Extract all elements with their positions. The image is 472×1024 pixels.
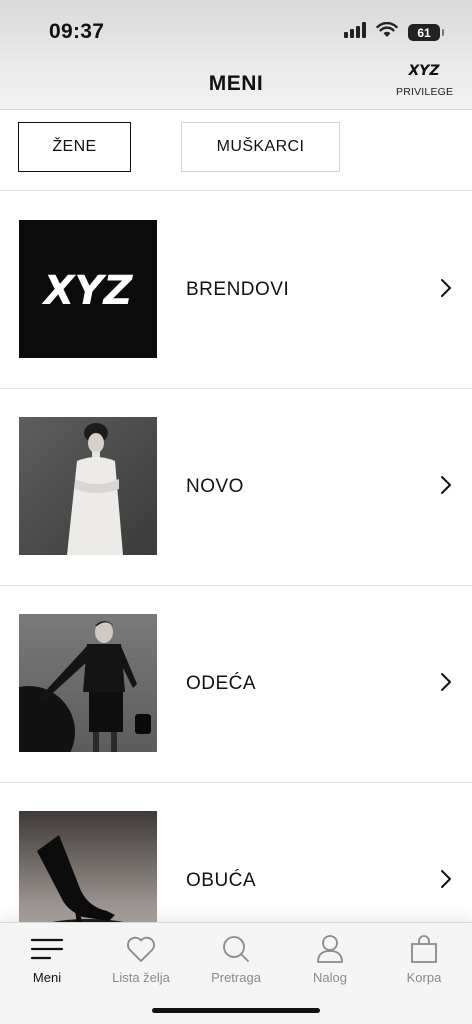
chevron-right-icon (440, 869, 452, 894)
clothing-thumbnail (19, 614, 157, 752)
menu-item-label: OBUĆA (186, 870, 257, 891)
svg-text:XYZ: XYZ (407, 63, 440, 78)
nav-cart[interactable]: Korpa (377, 933, 471, 985)
chevron-right-icon (440, 475, 452, 500)
menu-icon (0, 933, 94, 965)
tab-men[interactable]: MUŠKARCI (181, 122, 340, 172)
svg-text:XYZ: XYZ (41, 268, 134, 314)
nav-label: Meni (32, 970, 62, 985)
heart-icon (94, 933, 188, 965)
menu-item-label: NOVO (186, 476, 244, 497)
menu-item-label: ODEĆA (186, 673, 257, 694)
brands-thumbnail: XYZ (19, 220, 157, 358)
gender-tabs: ŽENE MUŠKARCI (0, 111, 472, 191)
nav-label: Korpa (406, 970, 442, 985)
nav-label: Pretraga (211, 970, 261, 985)
privilege-label: PRIVILEGE (396, 86, 454, 98)
home-indicator (152, 1008, 320, 1013)
chevron-right-icon (440, 672, 452, 697)
status-time: 09:37 (49, 20, 105, 43)
nav-search[interactable]: Pretraga (189, 933, 283, 985)
nav-label: Nalog (313, 970, 347, 985)
user-icon (283, 933, 377, 965)
menu-item-new[interactable]: NOVO (0, 389, 472, 586)
brand-logo-icon: XYZ (407, 63, 440, 79)
menu-item-brands[interactable]: XYZ BRENDOVI (0, 192, 472, 389)
nav-wishlist[interactable]: Lista želja (94, 933, 188, 985)
tab-women[interactable]: ŽENE (18, 122, 131, 172)
menu-item-label: BRENDOVI (186, 279, 290, 300)
privilege-button[interactable]: XYZ PRIVILEGE (396, 62, 454, 98)
status-icons: 61 (344, 21, 444, 43)
chevron-right-icon (440, 278, 452, 303)
wifi-icon (376, 21, 398, 43)
search-icon (189, 933, 283, 965)
menu-list: XYZ BRENDOVI NOVO ODEĆA OBUĆA (0, 192, 472, 980)
nav-label: Lista želja (112, 970, 170, 985)
menu-item-clothing[interactable]: ODEĆA (0, 586, 472, 783)
nav-menu[interactable]: Meni (0, 933, 94, 985)
cellular-signal-icon (344, 22, 366, 43)
bag-icon (377, 933, 471, 965)
top-bar: 09:37 61 MENI XYZ PRIVILEGE (0, 0, 472, 110)
nav-account[interactable]: Nalog (283, 933, 377, 985)
battery-icon: 61 (408, 24, 444, 41)
new-thumbnail (19, 417, 157, 555)
